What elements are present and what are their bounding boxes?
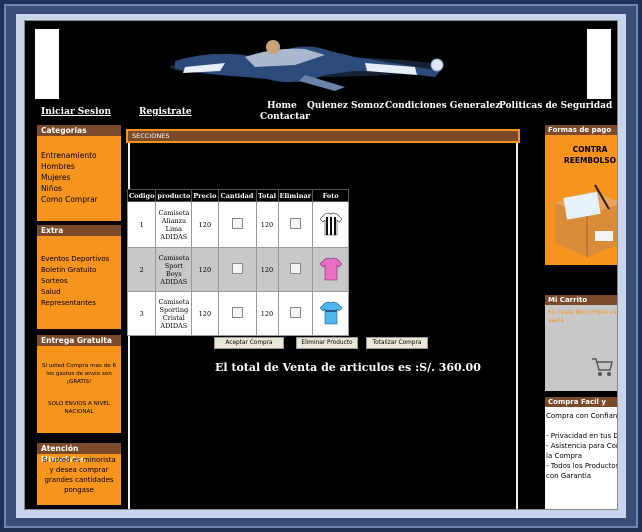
category-link-entrenamiento[interactable]: Entrenamiento xyxy=(41,150,117,161)
banner-right-panel xyxy=(587,29,611,99)
category-link-como-comprar[interactable]: Como Comprar xyxy=(41,194,117,205)
page: Iniciar Sesion Registrate Home Quienez S… xyxy=(24,20,618,510)
delete-checkbox[interactable] xyxy=(289,307,301,318)
category-link-ninos[interactable]: Niños xyxy=(41,183,117,194)
shirt-image-sky-blue xyxy=(319,301,342,324)
nav-policies-link[interactable]: Politicas de Seguridad xyxy=(499,101,612,111)
sale-total-text: El total de Venta de articulos es :S/. 3… xyxy=(215,361,481,374)
delete-product-button[interactable]: Eliminar Producto xyxy=(296,337,358,349)
col-header-foto: Foto xyxy=(312,189,350,202)
cart-header-row: Codigo producto Precio Cantidad Total El… xyxy=(126,189,350,202)
cell-precio: 120 xyxy=(191,201,219,248)
free-delivery-box: Entrega Gratuita Si usted Compra mas de … xyxy=(37,335,121,433)
cell-producto: Camiseta Sporting Cristal ADIDAS xyxy=(155,291,193,336)
cell-total: 120 xyxy=(255,291,279,336)
shirt-image-striped xyxy=(319,212,342,235)
cell-producto: Camiseta Alianza Lima ADIDAS xyxy=(155,201,193,248)
secure-line-privacidad: - Privacidad en tus Datos xyxy=(546,432,617,440)
nav-about-link[interactable]: Quienez Somoz xyxy=(307,101,384,111)
col-header-codigo: Codigo xyxy=(126,189,157,202)
table-row: 1 Camiseta Alianza Lima ADIDAS 120 120 xyxy=(126,201,350,248)
cell-foto xyxy=(312,247,350,292)
cell-producto: Camiseta Sport Boys ADIDAS xyxy=(155,247,193,292)
extra-link-eventos[interactable]: Eventos Deportivos xyxy=(41,254,117,265)
nav-contact-link[interactable]: Contactar xyxy=(260,112,310,122)
cell-foto xyxy=(312,291,350,336)
extra-link-representantes[interactable]: Representantes xyxy=(41,298,117,309)
table-row: 3 Camiseta Sporting Cristal ADIDAS 120 1… xyxy=(126,291,350,336)
cart-empty-text: Su cesta de compra esta vacia xyxy=(548,309,618,324)
cash-on-delivery-panel: CONTRA REEMBOLSO xyxy=(545,135,617,265)
cash-on-delivery-label: CONTRA REEMBOLSO xyxy=(563,145,617,165)
extra-link-boletin[interactable]: Boletin Gratuito xyxy=(41,265,117,276)
category-link-mujeres[interactable]: Mujeres xyxy=(41,172,117,183)
secure-line-confianza: Compra con Confianza xyxy=(546,412,618,420)
cell-total: 120 xyxy=(255,201,279,248)
col-header-producto: producto xyxy=(155,189,193,202)
nav-register-link[interactable]: Registrate xyxy=(139,107,192,117)
secure-purchase-title: Compra Facil y Seguro xyxy=(545,397,617,416)
secure-line-garantia: - Todos los Productos con Garantia xyxy=(546,462,618,480)
delete-checkbox[interactable] xyxy=(289,263,301,274)
free-delivery-note: SOLO ENVIOS A NIVEL NACIONAL xyxy=(48,401,110,415)
quantity-checkbox[interactable] xyxy=(231,307,243,318)
accept-purchase-button[interactable]: Aceptar Compra xyxy=(214,337,284,349)
cart-panel: Su cesta de compra esta vacia xyxy=(545,305,618,391)
categories-title: Categorias xyxy=(37,125,121,136)
extra-link-salud[interactable]: Salud xyxy=(41,287,117,298)
extra-link-sorteos[interactable]: Sorteos xyxy=(41,276,117,287)
cell-cantidad xyxy=(217,247,257,292)
secure-purchase-box: Compra Facil y Seguro Compra con Confian… xyxy=(545,397,618,509)
cell-precio: 120 xyxy=(191,247,219,292)
retailers-text: Si usted es minorista y desea comprar gr… xyxy=(42,456,116,494)
sections-bar: SECCIONES xyxy=(126,129,520,143)
free-delivery-title: Entrega Gratuita xyxy=(37,335,121,346)
cell-cantidad xyxy=(217,291,257,336)
banner-left-panel xyxy=(35,29,59,99)
cell-cantidad xyxy=(217,201,257,248)
cell-codigo: 2 xyxy=(126,247,157,292)
secure-purchase-panel: Compra con Confianza - Privacidad en tus… xyxy=(545,407,618,509)
col-header-cantidad: Cantidad xyxy=(217,189,257,202)
extra-title: Extra xyxy=(37,225,121,236)
cell-eliminar xyxy=(277,201,314,248)
extra-box: Extra Eventos Deportivos Boletin Gratuit… xyxy=(37,225,121,329)
shipping-box-image xyxy=(555,184,617,257)
cart-title: Mi Carrito xyxy=(545,295,617,305)
delete-checkbox[interactable] xyxy=(289,218,301,229)
soccer-player-banner-image xyxy=(170,40,444,91)
cell-precio: 120 xyxy=(191,291,219,336)
retailers-title: Atención Minoristas xyxy=(37,443,121,464)
col-header-eliminar: Eliminar xyxy=(277,189,314,202)
col-header-precio: Precio xyxy=(191,189,219,202)
total-purchase-button[interactable]: Totalizar Compra xyxy=(366,337,428,349)
retailers-box: Atención Minoristas Si usted es minorist… xyxy=(37,443,121,505)
cell-codigo: 3 xyxy=(126,291,157,336)
categories-box: Categorias Entrenamiento Hombres Mujeres… xyxy=(37,125,121,221)
quantity-checkbox[interactable] xyxy=(231,263,243,274)
cart-box: Mi Carrito Su cesta de compra esta vacia xyxy=(545,295,618,391)
payment-box: Formas de pago CONTRA REEMBOLSO xyxy=(545,125,617,265)
sections-title: SECCIONES xyxy=(128,131,518,141)
nav-login-link[interactable]: Iniciar Sesion xyxy=(41,107,111,117)
nav-terms-link[interactable]: Condiciones Generalez xyxy=(385,101,500,111)
cart-table: Codigo producto Precio Cantidad Total El… xyxy=(126,189,350,336)
quantity-checkbox[interactable] xyxy=(231,218,243,229)
category-link-hombres[interactable]: Hombres xyxy=(41,161,117,172)
payment-title: Formas de pago xyxy=(545,125,617,135)
cell-eliminar xyxy=(277,247,314,292)
cell-total: 120 xyxy=(255,247,279,292)
cell-foto xyxy=(312,201,350,248)
table-row: 2 Camiseta Sport Boys ADIDAS 120 120 xyxy=(126,247,350,292)
cell-codigo: 1 xyxy=(126,201,157,248)
shopping-cart-icon xyxy=(592,358,613,376)
cell-eliminar xyxy=(277,291,314,336)
nav-home-link[interactable]: Home xyxy=(267,101,297,111)
col-header-total: Total xyxy=(255,189,279,202)
free-delivery-text: Si usted Compra mas de 6 los gastos de e… xyxy=(41,363,117,385)
secure-line-asistencia: - Asistencia para Comrar la Compra xyxy=(546,442,617,460)
shirt-image-pink xyxy=(319,257,342,280)
